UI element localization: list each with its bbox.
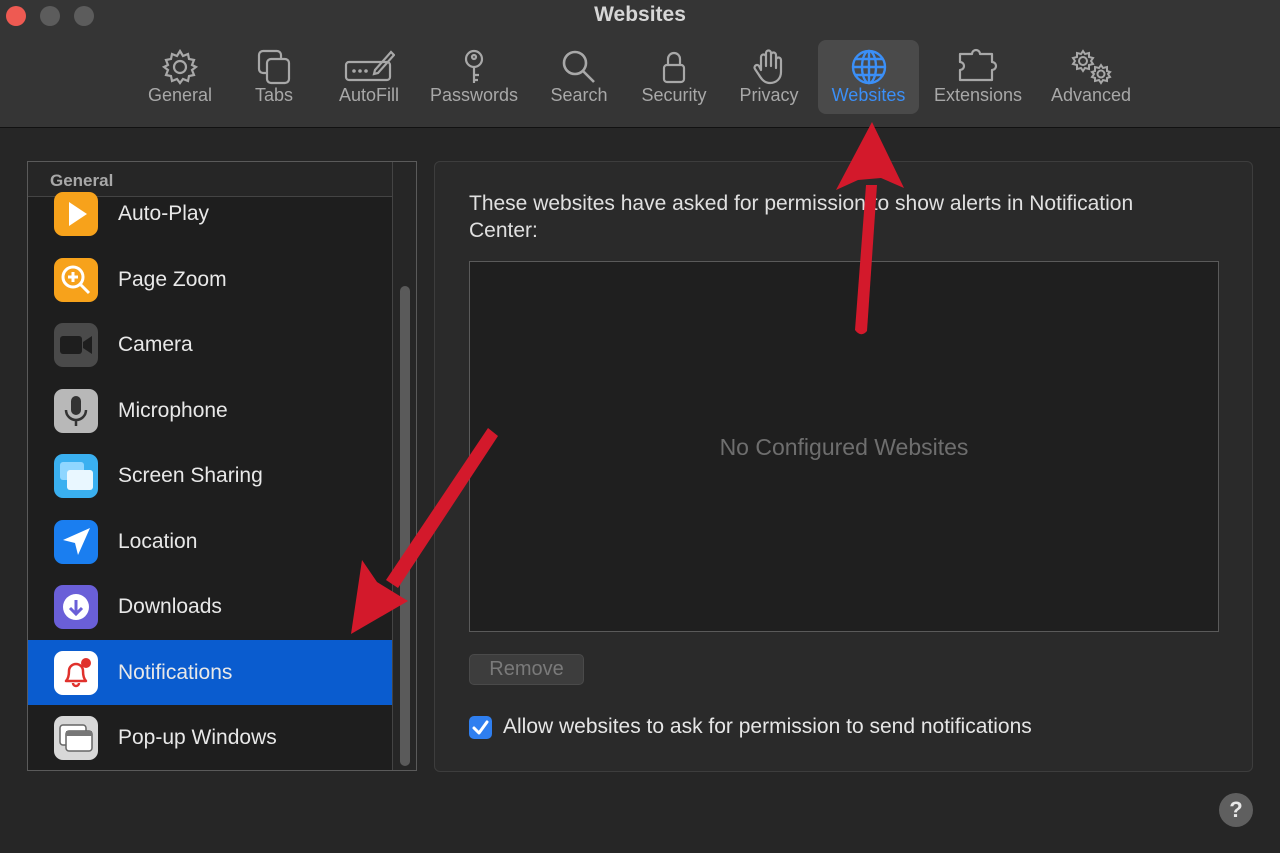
sidebar-item-notifications[interactable]: Notifications [28, 640, 392, 705]
sidebar-item-downloads[interactable]: Downloads [28, 574, 392, 639]
sidebar-item-camera[interactable]: Camera [28, 312, 392, 377]
tab-label: Security [641, 85, 707, 105]
zoom-icon [54, 257, 98, 302]
tab-label: Search [550, 85, 608, 105]
key-icon [464, 49, 484, 83]
tab-websites[interactable]: Websites [818, 40, 919, 114]
sidebar-item-label: Pop-up Windows [118, 725, 277, 749]
title-bar: Websites General Tabs AutoFill Passwords… [0, 0, 1280, 128]
sidebar-item-label: Microphone [118, 398, 228, 422]
sidebar-scrollbar[interactable] [392, 162, 416, 770]
tab-extensions[interactable]: Extensions [928, 40, 1028, 114]
lock-icon [662, 51, 686, 84]
tab-label: AutoFill [338, 85, 400, 105]
download-icon [54, 584, 98, 629]
sidebar-item-microphone[interactable]: Microphone [28, 378, 392, 443]
tab-label: Tabs [254, 85, 294, 105]
tab-label: Privacy [739, 85, 799, 105]
notifications-panel: These websites have asked for permission… [434, 161, 1253, 772]
tab-label: Passwords [429, 85, 519, 105]
tabs-icon [257, 49, 291, 85]
tab-label: Websites [831, 85, 906, 105]
tab-security[interactable]: Security [630, 40, 718, 114]
tab-search[interactable]: Search [540, 40, 618, 114]
hand-icon [753, 49, 783, 85]
gear-icon [161, 48, 199, 85]
camera-icon [54, 322, 98, 367]
help-button[interactable]: ? [1219, 793, 1253, 827]
allow-notifications-label[interactable]: Allow websites to ask for permission to … [503, 715, 1032, 739]
sidebar-item-pop-up-windows[interactable]: Pop-up Windows [28, 705, 392, 770]
search-icon [562, 50, 595, 83]
sidebar: General Auto-Play Page Zoom Camera Micro… [27, 161, 417, 771]
remove-button[interactable]: Remove [469, 654, 584, 685]
play-icon [54, 191, 98, 236]
sidebar-item-label: Page Zoom [118, 267, 227, 291]
panel-description: These websites have asked for permission… [469, 192, 1134, 242]
sidebar-item-label: Location [118, 529, 198, 553]
tab-label: Extensions [933, 85, 1023, 105]
tab-passwords[interactable]: Passwords [424, 40, 524, 114]
sidebar-item-label: Screen Sharing [118, 463, 263, 487]
bell-icon [54, 650, 98, 695]
tab-autofill[interactable]: AutoFill [326, 40, 412, 114]
globe-icon [851, 49, 886, 85]
sidebar-item-label: Notifications [118, 660, 233, 684]
sidebar-item-location[interactable]: Location [28, 509, 392, 574]
gears-icon [1071, 49, 1112, 85]
sidebar-item-auto-play[interactable]: Auto-Play [28, 181, 392, 246]
tab-advanced[interactable]: Advanced [1044, 40, 1138, 114]
popup-windows-icon [54, 715, 98, 760]
tab-tabs[interactable]: Tabs [238, 40, 310, 114]
empty-list-text: No Configured Websites [719, 434, 969, 460]
sidebar-item-label: Auto-Play [118, 201, 210, 225]
puzzle-icon [958, 48, 998, 82]
location-icon [54, 519, 98, 564]
sidebar-item-label: Downloads [118, 594, 222, 618]
scrollbar-thumb[interactable] [400, 286, 410, 766]
checkmark-icon [472, 720, 489, 735]
window-title: Websites [594, 3, 686, 26]
tab-label: Advanced [1050, 85, 1132, 105]
tab-privacy[interactable]: Privacy [728, 40, 810, 114]
websites-list[interactable]: No Configured Websites [469, 261, 1219, 632]
tab-label: General [147, 85, 213, 105]
microphone-icon [54, 388, 98, 433]
screen-sharing-icon [54, 453, 98, 498]
sidebar-item-screen-sharing[interactable]: Screen Sharing [28, 443, 392, 508]
autofill-icon [344, 50, 395, 82]
allow-notifications-checkbox[interactable] [469, 716, 492, 739]
sidebar-item-page-zoom[interactable]: Page Zoom [28, 247, 392, 312]
sidebar-item-label: Camera [118, 332, 193, 356]
tab-general[interactable]: General [138, 40, 222, 114]
